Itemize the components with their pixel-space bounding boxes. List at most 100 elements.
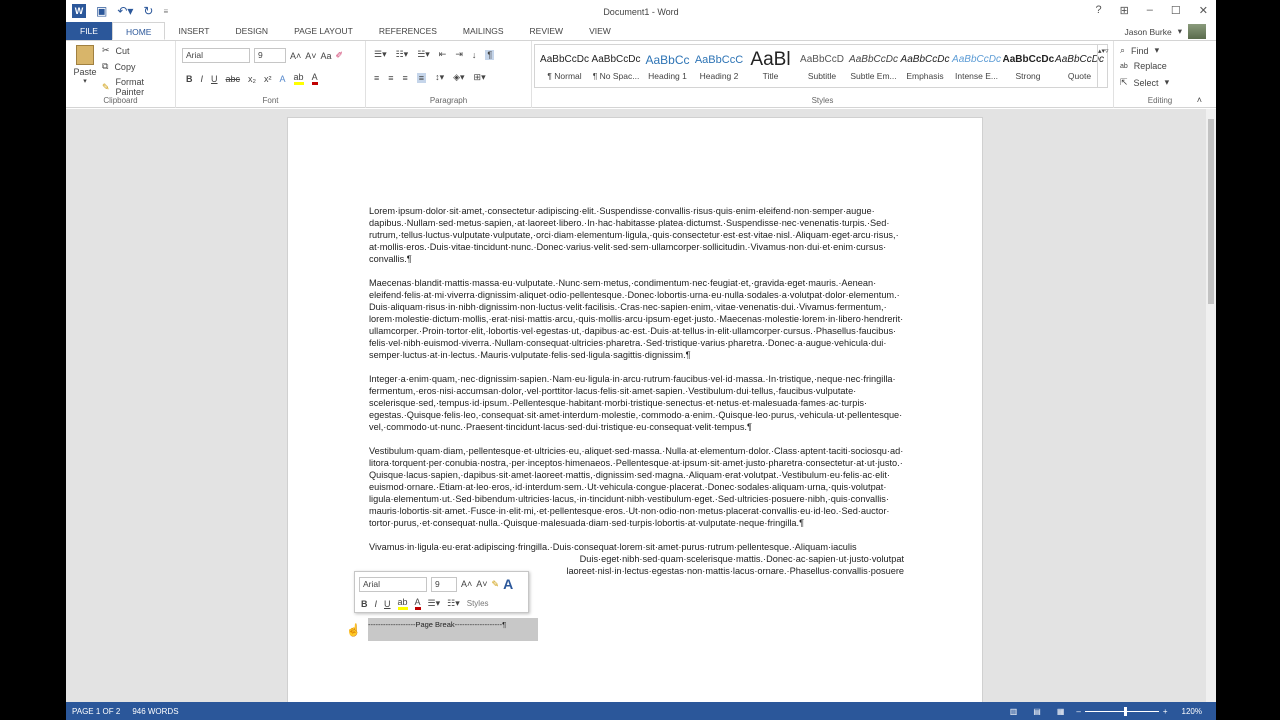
find-button[interactable]: Find [1131, 46, 1149, 56]
cut-icon: ✂ [102, 45, 110, 55]
mini-numbering-icon[interactable]: ☷▾ [447, 598, 460, 609]
font-color-icon[interactable]: A [311, 72, 318, 85]
clear-formatting-icon[interactable]: ✐ [336, 50, 344, 61]
mini-font-select[interactable]: Arial [359, 576, 427, 592]
document-body[interactable]: Lorem·ipsum·dolor·sit·amet,·consectetur·… [369, 205, 904, 577]
tab-mailings[interactable]: MAILINGS [450, 22, 517, 40]
print-layout-icon[interactable]: ▤ [1033, 707, 1041, 716]
show-formatting-icon[interactable]: ¶ [485, 49, 495, 60]
replace-icon: ab [1120, 62, 1128, 70]
zoom-slider[interactable] [1084, 706, 1159, 716]
tab-view[interactable]: VIEW [576, 22, 624, 40]
tab-page-layout[interactable]: PAGE LAYOUT [281, 22, 366, 40]
highlight-icon[interactable]: ab [293, 72, 304, 85]
vertical-scrollbar[interactable] [1206, 109, 1216, 702]
replace-button[interactable]: Replace [1134, 61, 1167, 71]
numbering-icon[interactable]: ☷▾ [396, 49, 409, 60]
shrink-font-icon[interactable]: A˅ [305, 51, 316, 61]
tab-file[interactable]: FILE [66, 22, 112, 40]
zoom-in-icon[interactable]: + [1163, 707, 1168, 716]
mini-styles-icon[interactable]: A [503, 576, 513, 592]
mini-bold-icon[interactable]: B [361, 599, 368, 609]
style-1[interactable]: AaBbCcDc ¶ No Spac... [591, 49, 642, 81]
format-painter-button[interactable]: Format Painter [116, 77, 175, 97]
cut-button[interactable]: Cut [116, 46, 130, 56]
select-button[interactable]: Select [1134, 78, 1159, 88]
style-6[interactable]: AaBbCcDc Subtle Em... [848, 49, 899, 81]
style-8[interactable]: AaBbCcDc Intense E... [951, 49, 1002, 81]
strikethrough-icon[interactable]: abc [226, 74, 241, 84]
change-case-button[interactable]: Aa [321, 51, 332, 61]
align-center-icon[interactable]: ≡ [388, 73, 393, 83]
mini-italic-icon[interactable]: I [375, 599, 378, 609]
bullets-icon[interactable]: ☰▾ [374, 49, 387, 60]
style-7[interactable]: AaBbCcDc Emphasis [900, 49, 951, 81]
align-right-icon[interactable]: ≡ [403, 73, 408, 83]
zoom-slider-thumb[interactable] [1123, 706, 1127, 716]
font-size-select[interactable]: 9 [254, 48, 286, 63]
mini-format-painter-icon[interactable]: ✎ [492, 579, 500, 590]
word-count[interactable]: 946 WORDS [132, 707, 178, 716]
mini-highlight-icon[interactable]: ab [397, 597, 408, 610]
decrease-indent-icon[interactable]: ⇤ [439, 49, 447, 60]
mini-styles-label[interactable]: Styles [467, 599, 489, 608]
mini-bullets-icon[interactable]: ☰▾ [428, 598, 441, 609]
style-2[interactable]: AaBbCc Heading 1 [642, 49, 693, 81]
text-line[interactable]: Duis·eget·nibh·sed·quam·scelerisque·matt… [369, 553, 904, 565]
style-9[interactable]: AaBbCcDc Strong [1003, 49, 1054, 81]
scrollbar-thumb[interactable] [1208, 119, 1214, 304]
mini-shrink-font-icon[interactable]: A˅ [476, 579, 487, 589]
paste-button[interactable]: Paste ▾ [72, 45, 98, 85]
web-layout-icon[interactable]: ▦ [1057, 707, 1065, 716]
paragraph[interactable]: Integer·a·enim·quam,·nec·dignissim·sapie… [369, 373, 904, 433]
page-break[interactable]: -------------------Page Break-----------… [368, 618, 538, 641]
tab-references[interactable]: REFERENCES [366, 22, 450, 40]
text-line[interactable]: Vivamus·in·ligula·eu·erat·adipiscing·fri… [369, 541, 904, 553]
mini-grow-font-icon[interactable]: A˄ [461, 579, 472, 589]
bold-icon[interactable]: B [186, 74, 193, 84]
align-left-icon[interactable]: ≡ [374, 73, 379, 83]
borders-icon[interactable]: ⊞▾ [474, 72, 486, 83]
style-4[interactable]: AaBl Title [745, 49, 796, 81]
underline-icon[interactable]: U [211, 74, 218, 84]
text-effects-icon[interactable]: A [280, 74, 286, 84]
sort-icon[interactable]: ↓ [472, 50, 477, 60]
mini-underline-icon[interactable]: U [384, 599, 391, 609]
style-5[interactable]: AaBbCcD Subtitle [797, 49, 848, 81]
zoom-out-icon[interactable]: – [1076, 707, 1080, 716]
copy-button[interactable]: Copy [114, 62, 135, 72]
tab-home[interactable]: HOME [111, 22, 166, 40]
style-3[interactable]: AaBbCcC Heading 2 [694, 49, 745, 81]
user-account[interactable]: Jason Burke ▾ [1124, 24, 1206, 39]
font-name-select[interactable]: Arial [182, 48, 250, 63]
paragraph[interactable]: Lorem·ipsum·dolor·sit·amet,·consectetur·… [369, 205, 904, 265]
paragraph[interactable]: Vestibulum·quam·diam,·pellentesque·et·ul… [369, 445, 904, 529]
maximize-icon[interactable]: ☐ [1171, 4, 1181, 17]
shading-icon[interactable]: ◈▾ [453, 72, 464, 83]
grow-font-icon[interactable]: A˄ [290, 51, 301, 61]
close-icon[interactable]: ✕ [1199, 4, 1208, 17]
document-area[interactable]: Lorem·ipsum·dolor·sit·amet,·consectetur·… [66, 109, 1206, 717]
zoom-level[interactable]: 120% [1182, 707, 1202, 716]
page-count[interactable]: PAGE 1 OF 2 [72, 707, 120, 716]
tab-design[interactable]: DESIGN [222, 22, 281, 40]
style-0[interactable]: AaBbCcDc ¶ Normal [539, 49, 590, 81]
ribbon-display-icon[interactable]: ⊞ [1120, 4, 1129, 17]
tab-review[interactable]: REVIEW [517, 22, 577, 40]
styles-scroll-icon[interactable]: ▴▾▿ [1097, 45, 1109, 87]
mini-size-select[interactable]: 9 [431, 576, 457, 592]
multilevel-list-icon[interactable]: ☱▾ [417, 49, 430, 60]
italic-icon[interactable]: I [201, 74, 204, 84]
line-spacing-icon[interactable]: ↕▾ [435, 72, 444, 83]
minimize-icon[interactable]: – [1147, 4, 1153, 17]
help-icon[interactable]: ? [1095, 4, 1101, 17]
collapse-ribbon-icon[interactable]: ˄ [1197, 95, 1202, 105]
justify-icon[interactable]: ≡ [416, 72, 427, 83]
mini-font-color-icon[interactable]: A [414, 597, 421, 610]
increase-indent-icon[interactable]: ⇥ [455, 49, 463, 60]
paragraph[interactable]: Maecenas·blandit·mattis·massa·eu·vulputa… [369, 277, 904, 361]
subscript-icon[interactable]: x₂ [248, 74, 256, 84]
tab-insert[interactable]: INSERT [165, 22, 222, 40]
superscript-icon[interactable]: x² [264, 74, 272, 84]
read-mode-icon[interactable]: ▥ [1010, 707, 1018, 716]
